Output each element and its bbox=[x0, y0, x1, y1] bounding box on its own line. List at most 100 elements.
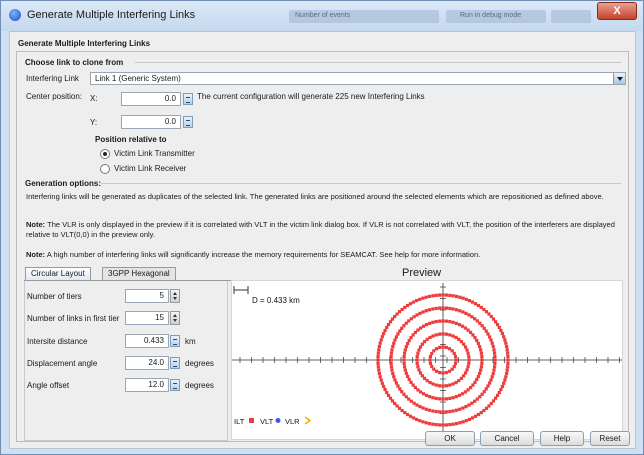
ilt-point bbox=[402, 355, 406, 359]
ilt-point bbox=[391, 371, 395, 376]
ilt-point bbox=[480, 355, 484, 359]
links-first-tier-stepper[interactable] bbox=[170, 311, 180, 325]
chevron-down-icon[interactable] bbox=[613, 73, 625, 84]
close-button[interactable]: X bbox=[597, 2, 637, 20]
ilt-point bbox=[403, 348, 407, 352]
ilt-point bbox=[505, 368, 509, 372]
ilt-point bbox=[430, 364, 434, 369]
y-spinner-icon[interactable] bbox=[183, 116, 193, 128]
ilt-point bbox=[451, 422, 455, 426]
note-label: Note: bbox=[26, 250, 46, 259]
ilt-point bbox=[434, 423, 438, 427]
ilt-point bbox=[444, 410, 448, 414]
ilt-point bbox=[454, 380, 458, 385]
tiers-stepper[interactable] bbox=[170, 289, 180, 303]
reset-button[interactable]: Reset bbox=[590, 431, 630, 446]
intersite-distance-field[interactable]: 0.433 bbox=[125, 334, 169, 348]
stepper-down-icon[interactable] bbox=[173, 319, 177, 322]
x-label: X: bbox=[90, 94, 98, 103]
ilt-point bbox=[444, 306, 448, 310]
ilt-point bbox=[428, 321, 432, 325]
tab-3gpp-hexagonal[interactable]: 3GPP Hexagonal bbox=[102, 267, 176, 280]
interfering-link-select[interactable]: Link 1 (Generic System) bbox=[90, 72, 626, 85]
group-title: Generate Multiple Interfering Links bbox=[18, 39, 151, 48]
ilt-point bbox=[505, 348, 509, 352]
ilt-point bbox=[480, 358, 484, 362]
links-first-tier-field[interactable]: 15 bbox=[125, 311, 169, 325]
ilt-point bbox=[495, 323, 500, 327]
ilt-point bbox=[500, 384, 504, 389]
stepper-up-icon[interactable] bbox=[173, 314, 177, 317]
displacement-spinner-icon[interactable] bbox=[170, 357, 180, 369]
ilt-point bbox=[424, 323, 429, 327]
tab-circular-layout[interactable]: Circular Layout bbox=[25, 267, 91, 280]
config-message: The current configuration will generate … bbox=[197, 92, 425, 101]
ilt-point bbox=[378, 341, 382, 345]
ilt-point bbox=[451, 320, 455, 324]
ilt-point bbox=[480, 361, 484, 365]
ilt-point bbox=[479, 365, 484, 369]
displacement-angle-label: Displacement angle bbox=[27, 359, 98, 368]
ilt-point bbox=[463, 390, 467, 394]
ilt-point bbox=[408, 302, 413, 306]
stepper-down-icon[interactable] bbox=[173, 297, 177, 300]
ilt-point bbox=[454, 395, 458, 399]
title-bar[interactable]: Generate Multiple Interfering Links Numb… bbox=[1, 1, 643, 31]
ilt-point bbox=[506, 355, 510, 359]
x-spinner-icon[interactable] bbox=[183, 93, 193, 105]
ilt-point bbox=[451, 294, 455, 298]
offset-spinner-icon[interactable] bbox=[170, 379, 180, 391]
ilt-point bbox=[441, 332, 445, 336]
ilt-point bbox=[424, 295, 428, 299]
ilt-point bbox=[407, 377, 411, 382]
ilt-point bbox=[488, 381, 492, 385]
angle-offset-field[interactable]: 12.0 bbox=[125, 378, 169, 392]
stepper-up-icon[interactable] bbox=[173, 292, 177, 295]
radio-victim-link-receiver[interactable] bbox=[100, 164, 110, 174]
ilt-point bbox=[491, 344, 495, 349]
ilt-point bbox=[376, 361, 380, 365]
center-position-label: Center position: bbox=[26, 92, 83, 101]
ilt-point bbox=[470, 401, 474, 405]
ilt-point bbox=[382, 384, 386, 389]
ilt-point bbox=[376, 351, 380, 355]
displacement-angle-field[interactable]: 24.0 bbox=[125, 356, 169, 370]
ilt-point bbox=[504, 341, 508, 345]
ilt-point bbox=[444, 319, 448, 323]
ilt-point bbox=[447, 369, 452, 373]
ilt-point bbox=[376, 365, 380, 369]
ilt-point bbox=[504, 375, 508, 379]
ilt-point bbox=[467, 355, 471, 359]
ilt-point bbox=[467, 358, 471, 362]
ilt-point bbox=[434, 396, 438, 401]
tiers-field[interactable]: 5 bbox=[125, 289, 169, 303]
ilt-point bbox=[441, 345, 445, 349]
ilt-point bbox=[502, 381, 506, 385]
ilt-point bbox=[376, 355, 380, 359]
interfering-link-value: Link 1 (Generic System) bbox=[95, 74, 181, 83]
ilt-point bbox=[467, 299, 472, 303]
ok-button[interactable]: OK bbox=[425, 431, 475, 446]
ilt-point bbox=[452, 351, 456, 356]
ilt-point bbox=[428, 358, 432, 362]
ilt-point bbox=[441, 410, 445, 414]
ilt-point bbox=[467, 403, 471, 407]
ilt-point bbox=[391, 344, 395, 349]
intersite-unit: km bbox=[185, 337, 196, 346]
ilt-point bbox=[403, 368, 407, 372]
ilt-point bbox=[461, 420, 465, 424]
cancel-button[interactable]: Cancel bbox=[480, 431, 534, 446]
ilt-point bbox=[421, 420, 425, 424]
ilt-point bbox=[448, 333, 452, 337]
generation-paragraph: Interfering links will be generated as d… bbox=[26, 192, 604, 201]
y-field[interactable]: 0.0 bbox=[121, 115, 181, 129]
ilt-point bbox=[467, 417, 472, 421]
ilt-point bbox=[424, 407, 428, 411]
ilt-point bbox=[479, 351, 484, 355]
x-field[interactable]: 0.0 bbox=[121, 92, 181, 106]
intersite-spinner-icon[interactable] bbox=[170, 335, 180, 347]
radio-victim-link-transmitter[interactable] bbox=[100, 149, 110, 159]
ilt-point bbox=[492, 365, 497, 369]
help-button[interactable]: Help bbox=[540, 431, 584, 446]
ilt-point bbox=[406, 303, 410, 308]
